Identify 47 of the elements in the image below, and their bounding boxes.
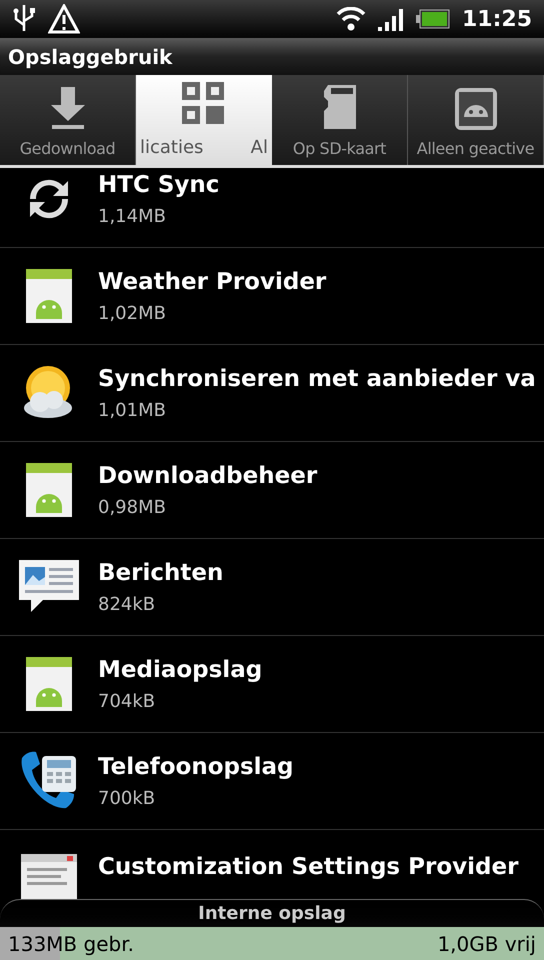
- app-name: Telefoonopslag: [98, 753, 294, 782]
- app-size: 1,02MB: [98, 302, 167, 326]
- app-list-item[interactable]: Mediaopslag 704kB: [0, 636, 544, 733]
- storage-free: 1,0GB vrij: [437, 930, 536, 958]
- tab[interactable]: Alleen geactive: [408, 75, 544, 165]
- app-size: 1,14MB: [98, 204, 167, 229]
- clock-time: 11:25: [462, 6, 532, 34]
- app-size: 0,98MB: [98, 496, 167, 520]
- android-app-icon: [24, 655, 74, 713]
- app-list-item[interactable]: Customization Settings Provider: [0, 830, 544, 899]
- app-name: Customization Settings Provider: [98, 853, 518, 882]
- app-list-item[interactable]: HTC Sync 1,14MB: [0, 168, 544, 248]
- storage-used: 133MB gebr.: [8, 930, 134, 958]
- app-name: Mediaopslag: [98, 656, 262, 686]
- tab-label: licaties: [140, 136, 204, 160]
- app-name: Synchroniseren met aanbieder va: [98, 365, 536, 394]
- battery-icon: [416, 9, 450, 29]
- tab-label: Alleen geactive: [416, 138, 534, 160]
- app-size: 1,01MB: [98, 398, 167, 423]
- storage-title: Interne opslag: [198, 902, 346, 926]
- screen-title: Opslaggebruik: [8, 44, 172, 70]
- app-size: 700kB: [98, 786, 156, 811]
- app-list-item[interactable]: Weather Provider 1,02MB: [0, 248, 544, 345]
- app-size: 704kB: [98, 690, 156, 714]
- app-list-item[interactable]: Downloadbeheer 0,98MB: [0, 442, 544, 539]
- wifi-icon: [336, 7, 366, 31]
- android-app-icon: [24, 461, 74, 519]
- app-list-item[interactable]: Synchroniseren met aanbieder va 1,01MB: [0, 345, 544, 442]
- app-name: HTC Sync: [98, 171, 220, 200]
- android-icon: [454, 87, 498, 131]
- app-list-item[interactable]: Telefoonopslag 700kB: [0, 733, 544, 830]
- tab[interactable]: Gedownload: [0, 75, 136, 165]
- app-list-item[interactable]: Berichten 824kB: [0, 539, 544, 636]
- tab[interactable]: Op SD-kaart: [272, 75, 408, 165]
- usb-icon: [12, 5, 36, 33]
- app-name: Downloadbeheer: [98, 462, 318, 492]
- tab[interactable]: licaties Al: [136, 75, 272, 165]
- app-name: Weather Provider: [98, 268, 326, 298]
- android-app-icon: [24, 267, 74, 325]
- app-size: 824kB: [98, 592, 156, 617]
- signal-icon: [378, 7, 404, 31]
- tab-label: Gedownload: [20, 138, 116, 160]
- warning-icon: [48, 4, 80, 34]
- tab-label: Al: [250, 136, 268, 160]
- app-name: Berichten: [98, 559, 224, 588]
- sd-card-icon: [322, 83, 358, 131]
- tab-label: Op SD-kaart: [292, 138, 386, 160]
